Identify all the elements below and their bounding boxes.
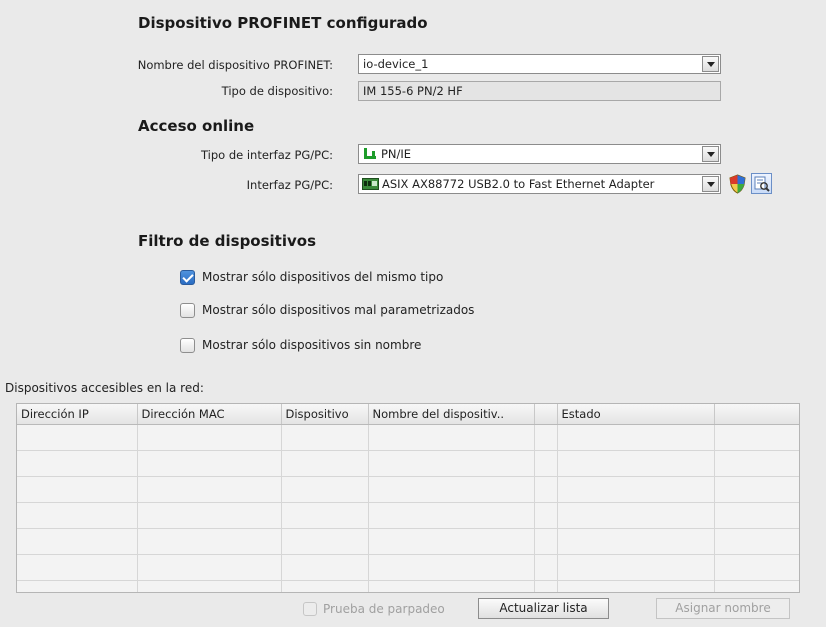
device-name-combo[interactable]: io-device_1 [358, 54, 721, 74]
adapter-icon [362, 178, 379, 190]
column-header-device-name[interactable]: Nombre del dispositiv.. [368, 404, 535, 425]
column-header-mac[interactable]: Dirección MAC [137, 404, 282, 425]
device-name-value: io-device_1 [363, 57, 429, 71]
interface-combo[interactable]: ASIX AX88772 USB2.0 to Fast Ethernet Ada… [358, 174, 721, 194]
interface-label: Interfaz PG/PC: [246, 178, 333, 192]
device-name-label: Nombre del dispositivo PROFINET: [137, 58, 333, 72]
device-type-field: IM 155-6 PN/2 HF [358, 81, 721, 101]
table-row[interactable] [17, 502, 799, 529]
chevron-down-icon[interactable] [702, 56, 719, 72]
accessible-devices-caption: Dispositivos accesibles en la red: [5, 381, 204, 395]
online-access-title: Acceso online [138, 117, 255, 135]
shield-icon[interactable] [728, 174, 747, 194]
blink-test-label: Prueba de parpadeo [323, 602, 445, 616]
diagnostics-button[interactable] [751, 173, 772, 194]
column-header-device[interactable]: Dispositivo [281, 404, 369, 425]
device-filter-title: Filtro de dispositivos [138, 232, 317, 250]
table-row[interactable] [17, 424, 799, 451]
table-row[interactable] [17, 450, 799, 477]
refresh-list-button[interactable]: Actualizar lista [478, 598, 609, 619]
interface-type-label: Tipo de interfaz PG/PC: [200, 148, 333, 162]
interface-type-combo[interactable]: PN/IE [358, 144, 721, 164]
column-header-status[interactable]: Estado [557, 404, 715, 425]
filter-misconfigured-checkbox[interactable] [180, 303, 195, 318]
interface-type-value: PN/IE [381, 147, 412, 161]
table-row[interactable] [17, 528, 799, 555]
filter-same-type-checkbox[interactable] [180, 270, 195, 285]
table-row[interactable] [17, 554, 799, 581]
assign-name-button[interactable]: Asignar nombre [656, 598, 790, 619]
column-header-extra[interactable] [714, 404, 799, 425]
column-header-ip[interactable]: Dirección IP [17, 404, 138, 425]
filter-same-type-label: Mostrar sólo dispositivos del mismo tipo [202, 270, 444, 284]
filter-unnamed-checkbox[interactable] [180, 338, 195, 353]
chevron-down-icon[interactable] [702, 146, 719, 162]
filter-unnamed-option[interactable]: Mostrar sólo dispositivos sin nombre [180, 337, 580, 355]
accessible-devices-table[interactable]: Dirección IP Dirección MAC Dispositivo N… [16, 403, 800, 593]
diagnostics-icon [754, 176, 770, 192]
blink-test-option[interactable]: Prueba de parpadeo [303, 601, 473, 619]
filter-same-type-option[interactable]: Mostrar sólo dispositivos del mismo tipo [180, 269, 580, 287]
column-header-blank[interactable] [534, 404, 558, 425]
filter-misconfigured-option[interactable]: Mostrar sólo dispositivos mal parametriz… [180, 302, 580, 320]
table-row[interactable] [17, 476, 799, 503]
network-icon [364, 148, 376, 159]
interface-value: ASIX AX88772 USB2.0 to Fast Ethernet Ada… [382, 177, 655, 191]
table-row[interactable] [17, 580, 799, 592]
table-header-row: Dirección IP Dirección MAC Dispositivo N… [17, 404, 799, 425]
chevron-down-icon[interactable] [702, 176, 719, 192]
blink-test-checkbox[interactable] [303, 602, 317, 616]
filter-unnamed-label: Mostrar sólo dispositivos sin nombre [202, 338, 422, 352]
configured-device-title: Dispositivo PROFINET configurado [138, 14, 428, 32]
device-type-label: Tipo de dispositivo: [221, 84, 333, 98]
filter-misconfigured-label: Mostrar sólo dispositivos mal parametriz… [202, 303, 475, 317]
